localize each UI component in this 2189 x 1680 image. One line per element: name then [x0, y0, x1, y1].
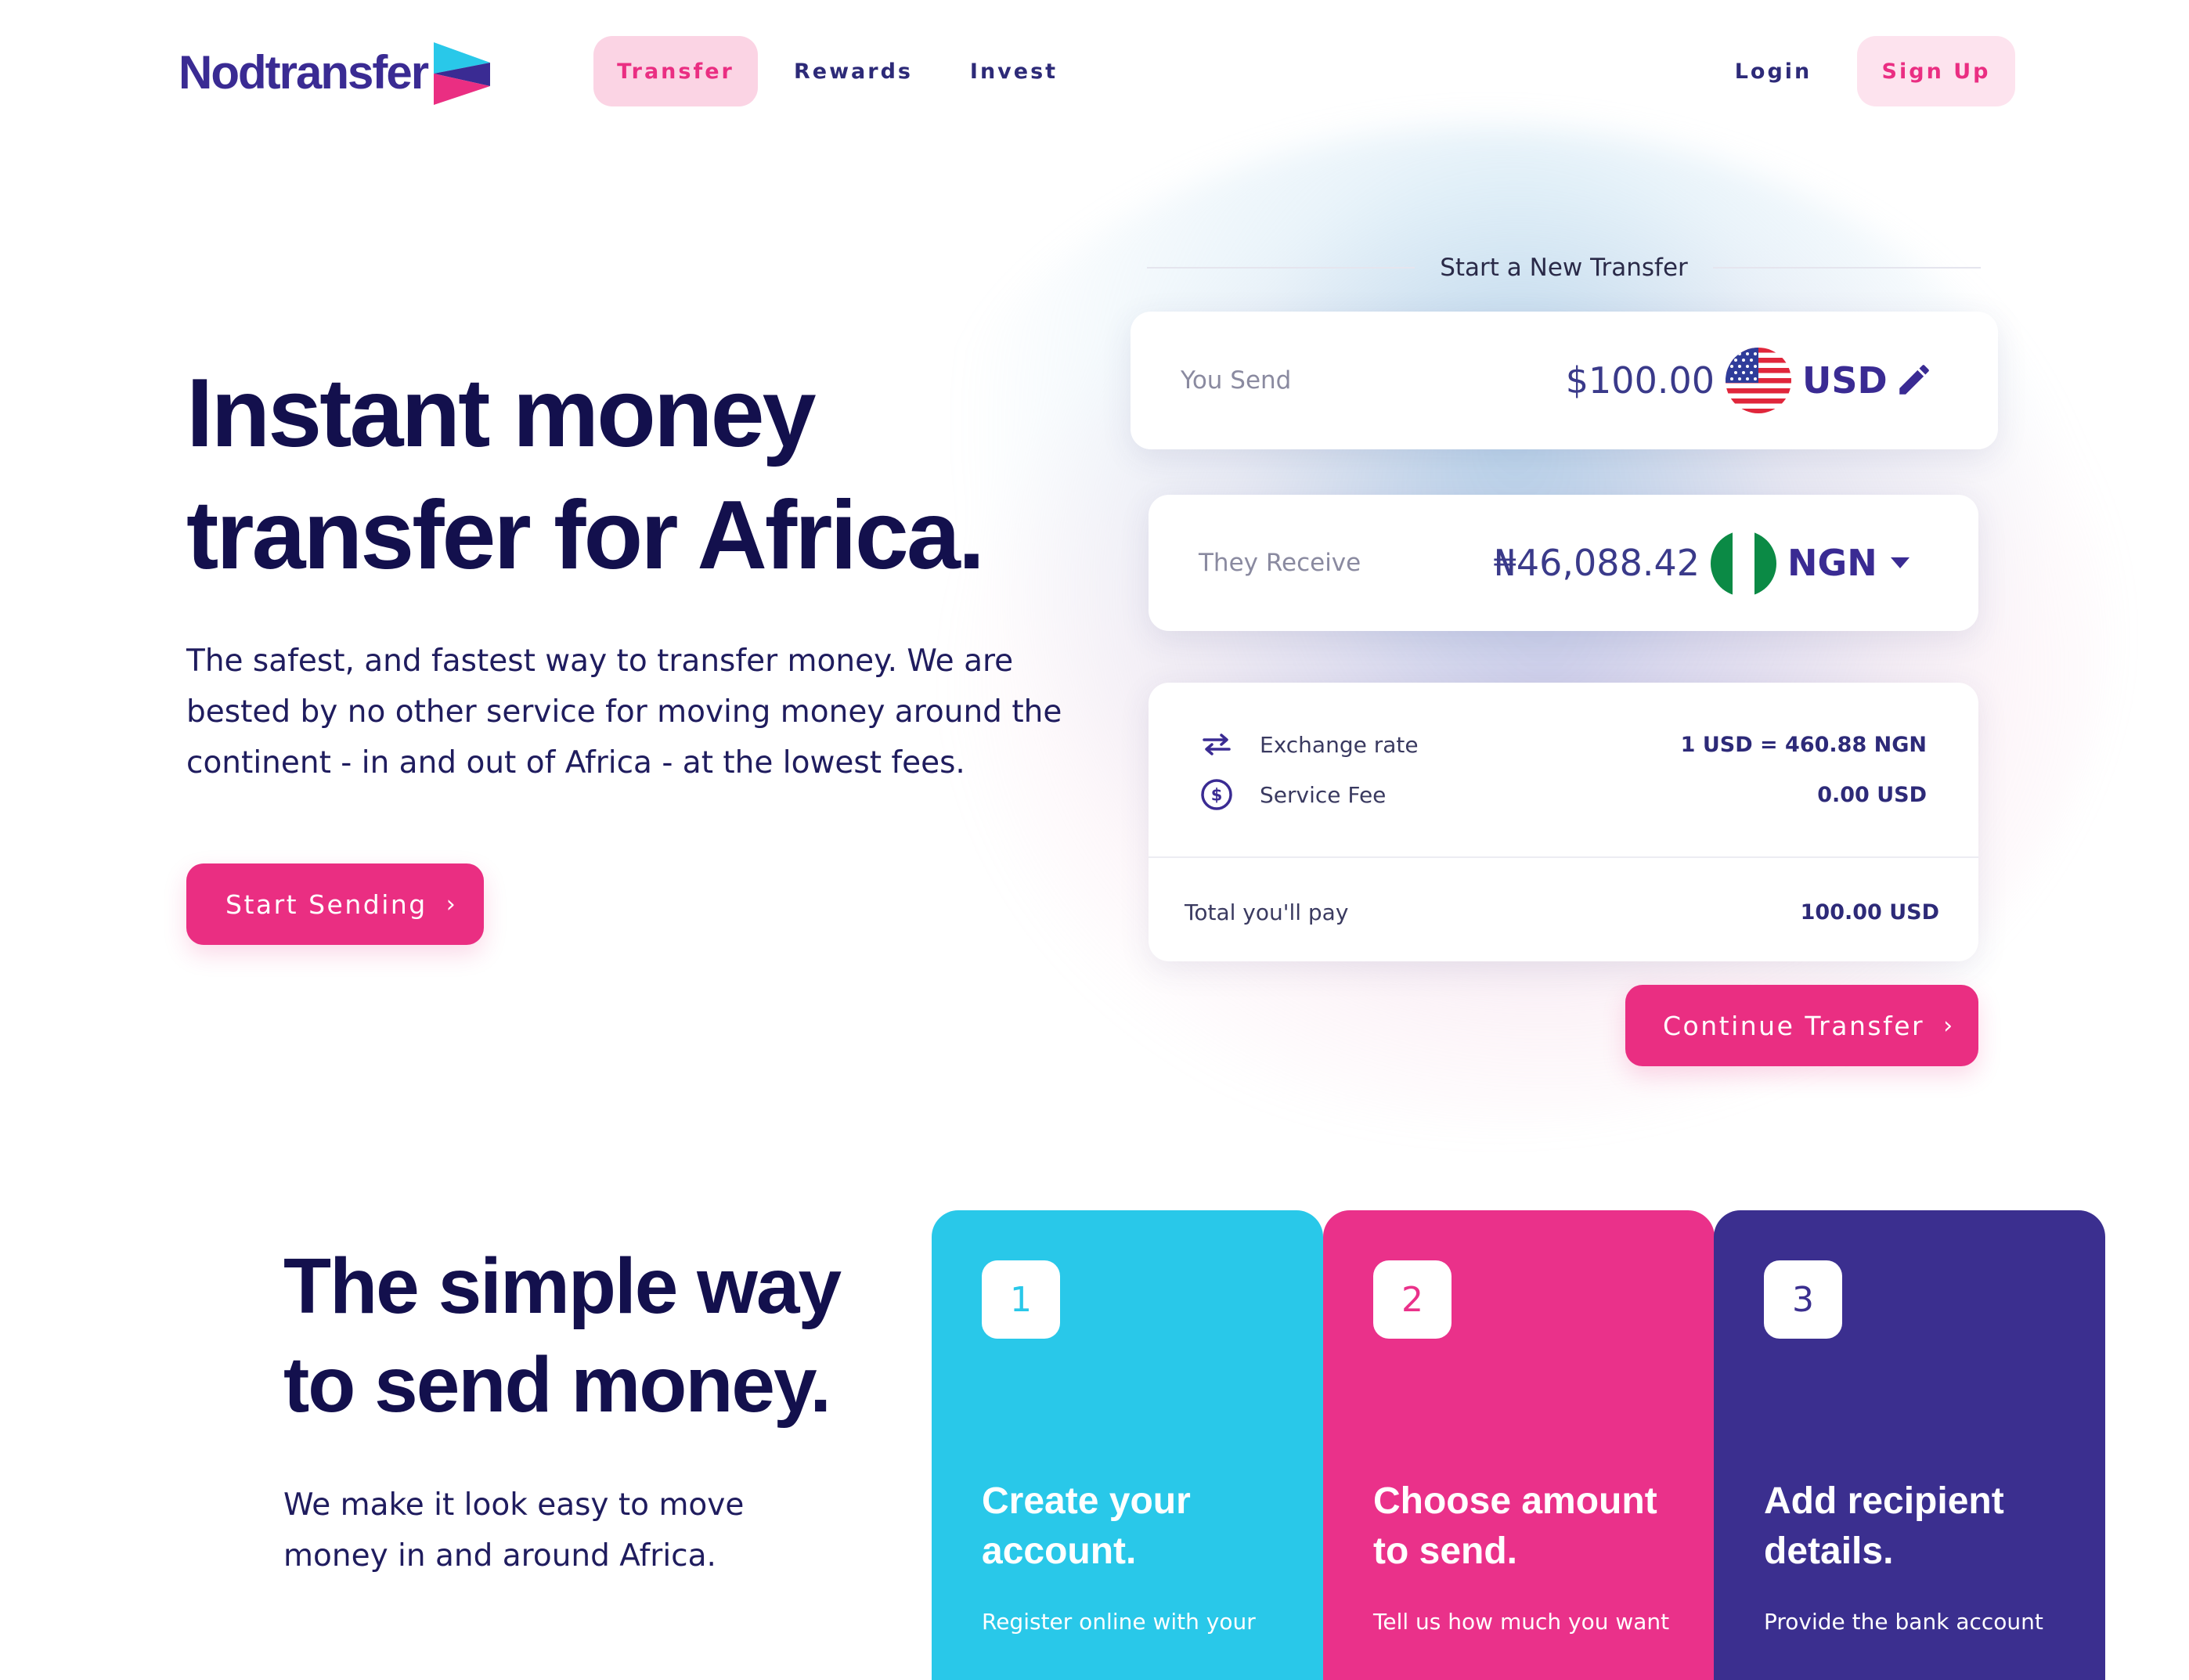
send-currency[interactable]: USD: [1802, 312, 1888, 449]
section-description: We make it look easy to move money in an…: [283, 1487, 745, 1574]
nav-link-invest[interactable]: Invest: [955, 36, 1073, 106]
logo[interactable]: Nodtransfer: [179, 39, 491, 105]
service-fee-row: $ Service Fee 0.00 USD: [1199, 775, 1927, 814]
transfer-widget-title: Start a New Transfer: [1440, 254, 1688, 282]
step-title: Create your account.: [982, 1476, 1311, 1577]
step-title-line-2: to send.: [1373, 1530, 1518, 1572]
step-description: Register online with your: [982, 1609, 1256, 1635]
step-title-line-2: details.: [1764, 1530, 1894, 1572]
exchange-rate-label: Exchange rate: [1260, 731, 1419, 758]
hero-title-line-2: transfer for Africa.: [186, 481, 985, 589]
receive-label: They Receive: [1199, 549, 1361, 577]
receive-currency[interactable]: NGN: [1787, 495, 1877, 631]
chevron-right-icon: ›: [1943, 1011, 1955, 1040]
service-fee-label: Service Fee: [1260, 781, 1387, 808]
send-amount-card[interactable]: You Send $100.00 USD: [1131, 312, 1998, 449]
nav-link-rewards[interactable]: Rewards: [791, 36, 916, 106]
logo-mark-icon: [434, 42, 491, 105]
total-label: Total you'll pay: [1185, 899, 1349, 925]
step-number: 3: [1764, 1260, 1842, 1339]
step-title-line-1: Choose amount: [1373, 1480, 1657, 1522]
hero-description: The safest, and fastest way to transfer …: [186, 644, 1062, 781]
exchange-rate-row: Exchange rate 1 USD = 460.88 NGN: [1199, 725, 1927, 764]
transfer-details-card: Exchange rate 1 USD = 460.88 NGN $ Servi…: [1149, 683, 1978, 961]
step-card-create-account: 1 Create your account. Register online w…: [932, 1210, 1323, 1680]
step-description: Provide the bank account: [1764, 1609, 2043, 1635]
step-card-choose-amount: 2 Choose amount to send. Tell us how muc…: [1323, 1210, 1715, 1680]
exchange-rate-value: 1 USD = 460.88 NGN: [1680, 732, 1927, 757]
swap-arrows-icon: [1199, 726, 1235, 762]
section-title: The simple way to send money.: [283, 1237, 988, 1434]
divider: [1149, 856, 1978, 858]
total-row: Total you'll pay 100.00 USD: [1185, 892, 1939, 932]
step-title-line-2: account.: [982, 1530, 1137, 1572]
receive-amount: ₦46,088.42: [1493, 542, 1700, 584]
receive-amount-card[interactable]: They Receive ₦46,088.42 NGN: [1149, 495, 1978, 631]
continue-transfer-button[interactable]: Continue Transfer ›: [1625, 985, 1978, 1066]
ng-flag-icon: [1711, 531, 1776, 597]
start-sending-label: Start Sending: [225, 889, 427, 920]
service-fee-value: 0.00 USD: [1817, 782, 1927, 807]
step-title: Add recipient details.: [1764, 1476, 2093, 1577]
step-title-line-1: Create your: [982, 1480, 1191, 1522]
login-button[interactable]: Login: [1722, 36, 1824, 106]
divider: [1147, 267, 1415, 269]
transfer-widget-heading: Start a New Transfer: [1147, 249, 1981, 287]
nav-link-transfer[interactable]: Transfer: [593, 36, 758, 106]
send-label: You Send: [1181, 366, 1292, 395]
step-description: Tell us how much you want: [1373, 1609, 1670, 1635]
caret-down-icon[interactable]: [1888, 554, 1913, 571]
continue-transfer-label: Continue Transfer: [1663, 1010, 1925, 1041]
step-card-add-recipient: 3 Add recipient details. Provide the ban…: [1714, 1210, 2105, 1680]
step-number: 1: [982, 1260, 1060, 1339]
divider: [1712, 267, 1981, 269]
start-sending-button[interactable]: Start Sending ›: [186, 863, 484, 945]
step-number: 2: [1373, 1260, 1452, 1339]
pencil-icon[interactable]: [1895, 360, 1934, 399]
total-value: 100.00 USD: [1800, 899, 1939, 925]
hero-title-line-1: Instant money: [186, 359, 817, 467]
dollar-circle-icon: $: [1199, 777, 1235, 813]
step-title-line-1: Add recipient: [1764, 1480, 2004, 1522]
send-amount[interactable]: $100.00: [1566, 312, 1715, 449]
us-flag-icon: [1726, 348, 1791, 413]
signup-button[interactable]: Sign Up: [1857, 36, 2015, 106]
step-title: Choose amount to send.: [1373, 1476, 1702, 1577]
chevron-right-icon: ›: [445, 890, 458, 918]
section-title-line-2: to send money.: [283, 1341, 831, 1429]
svg-text:$: $: [1211, 786, 1223, 805]
hero-title: Instant money transfer for Africa.: [186, 352, 1126, 597]
logo-text: Nodtransfer: [179, 45, 429, 99]
section-title-line-1: The simple way: [283, 1242, 842, 1330]
